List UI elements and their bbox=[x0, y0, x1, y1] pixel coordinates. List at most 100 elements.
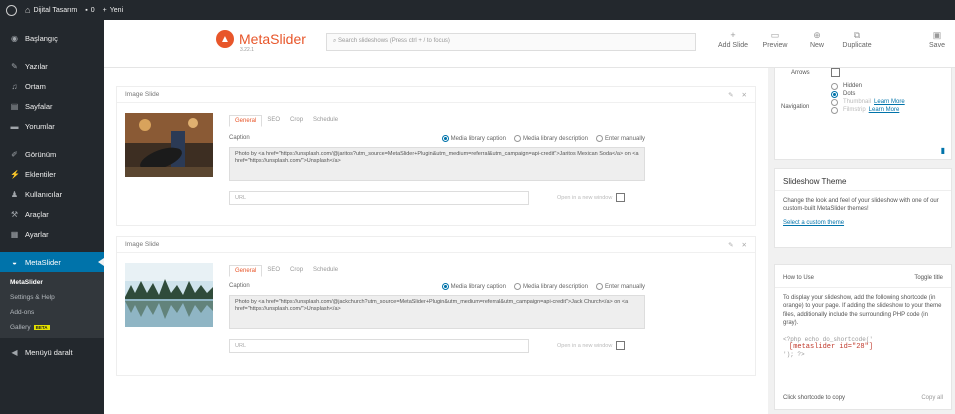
tab-general[interactable]: General bbox=[229, 115, 263, 127]
new-content-link[interactable]: + Yeni bbox=[103, 7, 123, 14]
sidebar-item-label: Araçlar bbox=[25, 209, 49, 219]
media-icon: ♫ bbox=[11, 81, 18, 91]
plus-icon: + bbox=[730, 30, 736, 40]
duplicate-button[interactable]: ⧉ Duplicate bbox=[836, 30, 878, 49]
slide-card: Image Slide ✎ ✕ General SEO Crop Schedule… bbox=[116, 86, 756, 226]
shortcode-block[interactable]: <?php echo do_shortcode(' [metaslider id… bbox=[775, 334, 951, 360]
sidebar-item-plugins[interactable]: ⚡ Eklentiler bbox=[0, 164, 104, 184]
radio-icon bbox=[831, 98, 838, 106]
new-icon: ⊕ bbox=[813, 30, 821, 40]
slideshow-search-input[interactable]: ⌕ Search slideshows (Press ctrl + / to f… bbox=[326, 33, 696, 51]
how-to-use-title: How to Use bbox=[783, 275, 815, 281]
tab-schedule[interactable]: Schedule bbox=[308, 115, 343, 127]
slide-url-input[interactable]: URL bbox=[229, 339, 529, 353]
tab-crop[interactable]: Crop bbox=[285, 265, 308, 277]
sidebar-item-dashboard[interactable]: ◉ Başlangıç bbox=[0, 28, 104, 48]
new-slideshow-button[interactable]: ⊕ New bbox=[800, 30, 834, 49]
php-code-close: '); ?> bbox=[783, 350, 805, 358]
tool-label: Preview bbox=[762, 42, 788, 49]
nav-option-dots[interactable]: Dots bbox=[831, 90, 905, 98]
tab-schedule[interactable]: Schedule bbox=[308, 265, 343, 277]
option-label: Media library caption bbox=[450, 136, 506, 143]
php-code-open: <?php echo do_shortcode(' bbox=[783, 335, 874, 343]
metaslider-submenu: MetaSlider Settings & Help Add-ons Galle… bbox=[0, 272, 104, 338]
preview-button[interactable]: ▭ Preview bbox=[758, 30, 792, 49]
sidebar-item-appearance[interactable]: ✐ Görünüm bbox=[0, 144, 104, 164]
add-slide-button[interactable]: + Add Slide bbox=[716, 30, 750, 49]
slide-title: Image Slide bbox=[125, 91, 160, 98]
copy-all-button[interactable]: Copy all bbox=[921, 395, 943, 401]
shortcode-text[interactable]: [metaslider id="28"] bbox=[789, 343, 873, 351]
slide-thumbnail[interactable] bbox=[125, 263, 213, 327]
close-icon[interactable]: ✕ bbox=[742, 91, 747, 99]
caption-option-manual[interactable]: Enter manually bbox=[595, 283, 645, 290]
toggle-title-button[interactable]: Toggle title bbox=[914, 275, 943, 281]
wordpress-logo-icon[interactable] bbox=[6, 4, 17, 16]
close-icon[interactable]: ✕ bbox=[742, 241, 747, 249]
tool-label: Add Slide bbox=[718, 42, 748, 49]
learn-more-link[interactable]: Learn More bbox=[874, 99, 905, 105]
edit-icon[interactable]: ✎ bbox=[728, 91, 733, 99]
tools-icon: ⚒ bbox=[10, 209, 19, 219]
sidebar-item-label: Sayfalar bbox=[25, 101, 53, 111]
tab-seo[interactable]: SEO bbox=[262, 115, 285, 127]
new-window-label: Open in a new window bbox=[557, 342, 613, 349]
new-window-checkbox[interactable] bbox=[616, 341, 626, 350]
admin-sidebar: ◉ Başlangıç ✎ Yazılar ♫ Ortam ▤ Sayfalar ▬ Yo… bbox=[0, 20, 104, 414]
preview-icon: ▭ bbox=[770, 30, 780, 40]
tool-label: New bbox=[809, 42, 824, 49]
submenu-item-metaslider[interactable]: MetaSlider bbox=[0, 275, 104, 290]
slide-title: Image Slide bbox=[125, 241, 160, 248]
option-label: Dots bbox=[843, 91, 856, 97]
tab-crop[interactable]: Crop bbox=[285, 115, 308, 127]
sidebar-item-users[interactable]: ♟ Kullanıcılar bbox=[0, 184, 104, 204]
save-button[interactable]: ▣ Save bbox=[922, 30, 952, 49]
caption-option-media-caption[interactable]: Media library caption bbox=[441, 283, 506, 290]
new-window-checkbox[interactable] bbox=[616, 193, 626, 202]
sidebar-item-media[interactable]: ♫ Ortam bbox=[0, 76, 104, 96]
tab-general[interactable]: General bbox=[229, 265, 263, 277]
collapse-menu-button[interactable]: ◀ Menüyü daralt bbox=[0, 342, 104, 362]
nav-option-hidden[interactable]: Hidden bbox=[831, 82, 905, 90]
sidebar-item-metaslider[interactable]: ◒ MetaSlider bbox=[0, 252, 104, 272]
caption-row: Caption Media library caption Media libr… bbox=[229, 135, 645, 142]
slide-url-input[interactable]: URL bbox=[229, 191, 529, 205]
radio-icon bbox=[831, 82, 838, 90]
nav-option-filmstrip: Filmstrip Learn More bbox=[831, 106, 905, 114]
select-theme-link[interactable]: Select a custom theme bbox=[783, 220, 844, 226]
comments-link[interactable]: ▪ 0 bbox=[85, 7, 94, 14]
arrows-checkbox[interactable] bbox=[831, 68, 840, 77]
caption-option-manual[interactable]: Enter manually bbox=[595, 135, 645, 142]
slideshow-theme-box: Slideshow Theme Change the look and feel… bbox=[774, 168, 952, 248]
caption-row: Caption Media library caption Media libr… bbox=[229, 283, 645, 290]
sidebar-item-posts[interactable]: ✎ Yazılar bbox=[0, 56, 104, 76]
metaslider-icon: ◒ bbox=[12, 257, 17, 267]
radio-icon bbox=[595, 135, 603, 142]
trash-icon[interactable]: ▮ bbox=[941, 146, 945, 155]
collapse-icon: ◀ bbox=[11, 347, 18, 357]
sidebar-item-tools[interactable]: ⚒ Araçlar bbox=[0, 204, 104, 224]
submenu-item-settings-help[interactable]: Settings & Help bbox=[0, 290, 104, 305]
site-name-link[interactable]: ⌂ Dijital Tasarım bbox=[25, 5, 77, 15]
caption-textarea[interactable]: Photo by <a href="https://unsplash.com/@… bbox=[229, 295, 645, 329]
tab-seo[interactable]: SEO bbox=[262, 265, 285, 277]
slide-thumbnail[interactable] bbox=[125, 113, 213, 177]
comment-icon: ▪ bbox=[85, 6, 88, 14]
new-window-option[interactable]: Open in a new window bbox=[557, 341, 626, 350]
caption-label: Caption bbox=[229, 283, 250, 289]
submenu-item-addons[interactable]: Add-ons bbox=[0, 305, 104, 320]
caption-option-media-description[interactable]: Media library description bbox=[513, 135, 588, 142]
radio-icon bbox=[831, 90, 838, 98]
learn-more-link[interactable]: Learn More bbox=[869, 107, 900, 113]
sidebar-item-label: MetaSlider bbox=[25, 257, 61, 267]
sidebar-item-settings[interactable]: ▦ Ayarlar bbox=[0, 224, 104, 244]
edit-icon[interactable]: ✎ bbox=[728, 241, 733, 249]
submenu-item-gallery[interactable]: Gallery BETA bbox=[0, 320, 104, 335]
caption-textarea[interactable]: Photo by <a href="https://unsplash.com/@… bbox=[229, 147, 645, 181]
new-window-option[interactable]: Open in a new window bbox=[557, 193, 626, 202]
sidebar-item-comments[interactable]: ▬ Yorumlar bbox=[0, 116, 104, 136]
caption-option-media-description[interactable]: Media library description bbox=[513, 283, 588, 290]
caption-option-media-caption[interactable]: Media library caption bbox=[441, 135, 506, 143]
pin-icon: ✎ bbox=[11, 61, 18, 71]
sidebar-item-pages[interactable]: ▤ Sayfalar bbox=[0, 96, 104, 116]
